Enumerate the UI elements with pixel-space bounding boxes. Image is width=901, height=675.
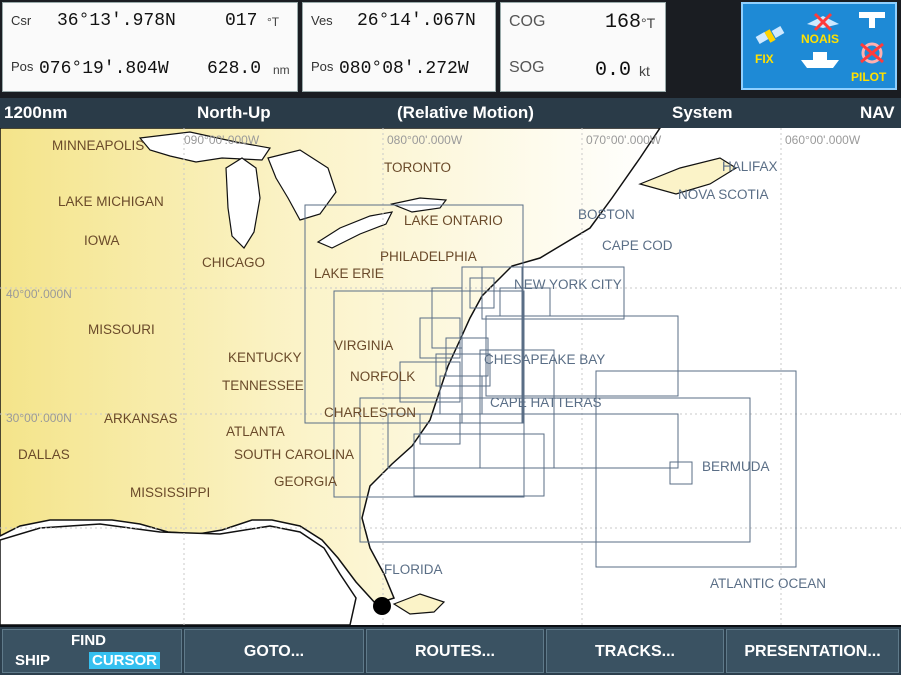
ship-find-cursor-softkey[interactable]: FIND SHIP CURSOR — [2, 629, 182, 673]
boat-icon — [801, 52, 839, 68]
cursor-range-unit: nm — [273, 63, 290, 77]
vessel-lat: 26°14'.067N — [357, 11, 476, 31]
status-bar: 1200nm North-Up (Relative Motion) System… — [0, 98, 901, 128]
place-label-halifax: HALIFAX — [722, 159, 778, 174]
sog-unit: kt — [639, 63, 650, 79]
place-label-norfolk: NORFOLK — [350, 369, 415, 384]
noais-icon — [807, 12, 839, 32]
place-label-charleston: CHARLESTON — [324, 405, 416, 420]
vessel-panel[interactable]: Ves 26°14'.067N Pos 080°08'.272W — [302, 2, 496, 92]
satellite-icon — [755, 26, 785, 44]
presentation-softkey[interactable]: PRESENTATION... — [726, 629, 899, 673]
cog-label: COG — [509, 13, 546, 30]
place-label-florida: FLORIDA — [384, 562, 443, 577]
place-label-chicago: CHICAGO — [202, 255, 265, 270]
grid-label-2: 080°00'.000W — [387, 133, 463, 147]
cursor-range: 628.0 — [207, 59, 262, 79]
place-label-lake-erie: LAKE ERIE — [314, 266, 384, 281]
cog-sog-panel[interactable]: COG 168 °T SOG 0.0 kt — [500, 2, 666, 92]
vessel-lon: 080°08'.272W — [339, 59, 469, 79]
grid-label-1: 090°00'.000W — [184, 133, 260, 147]
cursor-bearing: 017 — [225, 11, 258, 31]
goto-softkey[interactable]: GOTO... — [184, 629, 364, 673]
gulf-of-mexico — [0, 523, 357, 625]
cursor-panel[interactable]: Csr 36°13'.978N 017 °T Pos 076°19'.804W … — [2, 2, 298, 92]
find-label: FIND — [71, 632, 106, 649]
pilot-wheel-icon — [860, 42, 884, 64]
vessel-marker[interactable] — [373, 597, 391, 615]
place-label-arkansas: ARKANSAS — [104, 411, 178, 426]
place-label-cape-cod: CAPE COD — [602, 238, 673, 253]
place-label-bermuda: BERMUDA — [702, 459, 770, 474]
grid-label-6: 30°00'.000N — [6, 411, 72, 425]
cog-unit: °T — [641, 15, 656, 31]
routes-softkey[interactable]: ROUTES... — [366, 629, 544, 673]
grid-label-3: 070°00'.000W — [586, 133, 662, 147]
place-label-atlanta: ATLANTA — [226, 424, 285, 439]
place-label-south-carolina: SOUTH CAROLINA — [234, 447, 354, 462]
sog-value: 0.0 — [595, 59, 632, 82]
place-label-missouri: MISSOURI — [88, 322, 155, 337]
place-label-kentucky: KENTUCKY — [228, 350, 302, 365]
orientation-indicator[interactable]: North-Up — [197, 103, 271, 123]
data-bar: Csr 36°13'.978N 017 °T Pos 076°19'.804W … — [0, 0, 901, 98]
cursor-pos-label: Pos — [11, 59, 34, 74]
place-label-dallas: DALLAS — [18, 447, 70, 462]
noais-label: NOAIS — [801, 32, 840, 46]
softkey-bar: FIND SHIP CURSOR GOTO... ROUTES... TRACK… — [0, 627, 901, 675]
system-indicator[interactable]: System — [672, 103, 732, 123]
place-label-cape-hatteras: CAPE HATTERAS — [490, 395, 602, 410]
place-label-boston: BOSTON — [578, 207, 635, 222]
monitor-icon — [859, 12, 885, 28]
fix-label: FIX — [755, 52, 774, 66]
ship-option[interactable]: SHIP — [15, 652, 50, 669]
place-label-virginia: VIRGINIA — [334, 338, 393, 353]
place-label-lake-ontario: LAKE ONTARIO — [404, 213, 503, 228]
place-label-mississippi: MISSISSIPPI — [130, 485, 210, 500]
place-label-lake-michigan: LAKE MICHIGAN — [58, 194, 164, 209]
place-label-chesapeake-bay: CHESAPEAKE BAY — [484, 352, 605, 367]
cursor-label: Csr — [11, 13, 32, 28]
place-label-minneapolis: MINNEAPOLIS — [52, 138, 144, 153]
vessel-pos-label: Pos — [311, 59, 334, 74]
cursor-lon: 076°19'.804W — [39, 59, 169, 79]
pilot-panel[interactable]: FIX NOAIS PILOT — [741, 2, 897, 90]
place-label-new-york-city: NEW YORK CITY — [514, 277, 622, 292]
cog-value: 168 — [605, 11, 642, 34]
sog-label: SOG — [509, 59, 545, 76]
place-label-atlantic-ocean: ATLANTIC OCEAN — [710, 576, 826, 591]
tracks-softkey[interactable]: TRACKS... — [546, 629, 724, 673]
place-label-philadelphia: PHILADELPHIA — [380, 249, 477, 264]
place-label-nova-scotia: NOVA SCOTIA — [678, 187, 769, 202]
place-label-iowa: IOWA — [84, 233, 120, 248]
grid-label-4: 060°00'.000W — [785, 133, 861, 147]
place-label-toronto: TORONTO — [384, 160, 451, 175]
motion-indicator[interactable]: (Relative Motion) — [397, 103, 534, 123]
cursor-option[interactable]: CURSOR — [89, 652, 161, 669]
cursor-lat: 36°13'.978N — [57, 11, 176, 31]
chart-canvas[interactable]: 090°00'.000W 080°00'.000W 070°00'.000W 0… — [0, 128, 901, 625]
place-label-georgia: GEORGIA — [274, 474, 337, 489]
vessel-label: Ves — [311, 13, 333, 28]
cursor-bearing-unit: °T — [267, 15, 280, 29]
range-indicator[interactable]: 1200nm — [4, 103, 67, 123]
pilot-label: PILOT — [851, 70, 887, 84]
nav-indicator[interactable]: NAV — [860, 103, 895, 123]
chart-map[interactable]: 090°00'.000W 080°00'.000W 070°00'.000W 0… — [0, 128, 901, 625]
place-label-tennessee: TENNESSEE — [222, 378, 304, 393]
grid-label-5: 40°00'.000N — [6, 287, 72, 301]
